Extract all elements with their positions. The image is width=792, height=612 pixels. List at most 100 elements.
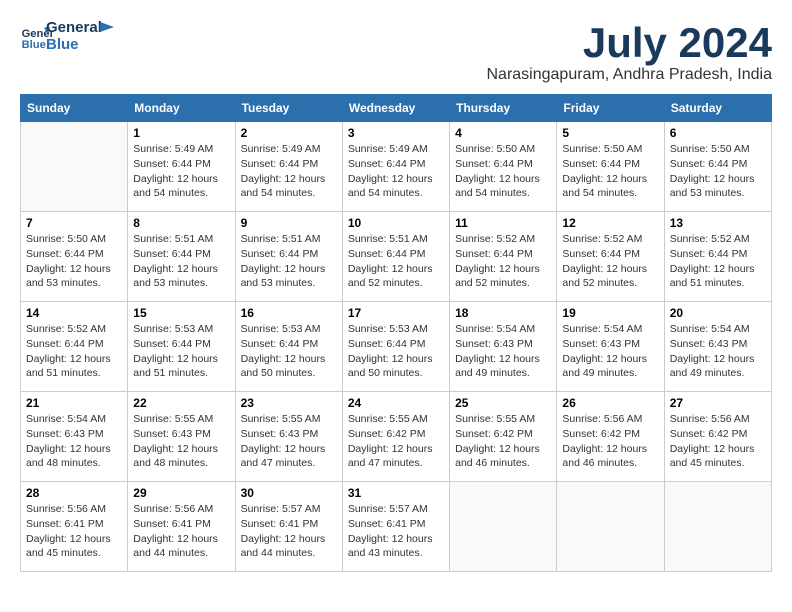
calendar-header-saturday: Saturday: [664, 95, 771, 122]
day-number: 10: [348, 216, 444, 230]
calendar-cell: 10 Sunrise: 5:51 AMSunset: 6:44 PMDayligh…: [342, 212, 449, 302]
calendar-header-wednesday: Wednesday: [342, 95, 449, 122]
calendar-header-tuesday: Tuesday: [235, 95, 342, 122]
day-number: 17: [348, 306, 444, 320]
day-number: 26: [562, 396, 658, 410]
day-number: 4: [455, 126, 551, 140]
calendar-cell: [664, 482, 771, 572]
day-number: 22: [133, 396, 229, 410]
calendar-cell: [450, 482, 557, 572]
day-number: 1: [133, 126, 229, 140]
day-info: Sunrise: 5:53 AMSunset: 6:44 PMDaylight:…: [348, 322, 444, 381]
day-number: 15: [133, 306, 229, 320]
day-info: Sunrise: 5:52 AMSunset: 6:44 PMDaylight:…: [455, 232, 551, 291]
day-info: Sunrise: 5:56 AMSunset: 6:41 PMDaylight:…: [26, 502, 122, 561]
month-title: July 2024: [486, 20, 772, 66]
day-number: 18: [455, 306, 551, 320]
calendar-cell: 4 Sunrise: 5:50 AMSunset: 6:44 PMDaylight…: [450, 122, 557, 212]
day-number: 14: [26, 306, 122, 320]
calendar-cell: 18 Sunrise: 5:54 AMSunset: 6:43 PMDayligh…: [450, 302, 557, 392]
calendar-cell: 14 Sunrise: 5:52 AMSunset: 6:44 PMDayligh…: [21, 302, 128, 392]
day-info: Sunrise: 5:56 AMSunset: 6:42 PMDaylight:…: [562, 412, 658, 471]
calendar-cell: 29Sunrise: 5:56 AMSunset: 6:41 PMDayligh…: [128, 482, 235, 572]
calendar-cell: 19 Sunrise: 5:54 AMSunset: 6:43 PMDayligh…: [557, 302, 664, 392]
logo-general: General: [46, 20, 102, 37]
day-number: 20: [670, 306, 766, 320]
day-info: Sunrise: 5:49 AMSunset: 6:44 PMDaylight:…: [133, 142, 229, 201]
calendar-cell: 20 Sunrise: 5:54 AMSunset: 6:43 PMDayligh…: [664, 302, 771, 392]
logo-flag-icon: [100, 22, 120, 42]
calendar-cell: 23 Sunrise: 5:55 AMSunset: 6:43 PMDayligh…: [235, 392, 342, 482]
calendar-header-monday: Monday: [128, 95, 235, 122]
calendar-table: SundayMondayTuesdayWednesdayThursdayFrid…: [20, 94, 772, 572]
day-number: 30: [241, 486, 337, 500]
calendar-cell: 13 Sunrise: 5:52 AMSunset: 6:44 PMDayligh…: [664, 212, 771, 302]
day-info: Sunrise: 5:57 AMSunset: 6:41 PMDaylight:…: [241, 502, 337, 561]
day-info: Sunrise: 5:53 AMSunset: 6:44 PMDaylight:…: [133, 322, 229, 381]
day-info: Sunrise: 5:51 AMSunset: 6:44 PMDaylight:…: [241, 232, 337, 291]
calendar-cell: 6Sunrise: 5:50 AMSunset: 6:44 PMDaylight…: [664, 122, 771, 212]
day-info: Sunrise: 5:55 AMSunset: 6:43 PMDaylight:…: [241, 412, 337, 471]
calendar-cell: 27 Sunrise: 5:56 AMSunset: 6:42 PMDayligh…: [664, 392, 771, 482]
day-info: Sunrise: 5:57 AMSunset: 6:41 PMDaylight:…: [348, 502, 444, 561]
calendar-cell: 28 Sunrise: 5:56 AMSunset: 6:41 PMDayligh…: [21, 482, 128, 572]
calendar-cell: 31 Sunrise: 5:57 AMSunset: 6:41 PMDayligh…: [342, 482, 449, 572]
calendar-cell: 3Sunrise: 5:49 AMSunset: 6:44 PMDaylight…: [342, 122, 449, 212]
calendar-header-row: SundayMondayTuesdayWednesdayThursdayFrid…: [21, 95, 772, 122]
calendar-week-row-3: 14 Sunrise: 5:52 AMSunset: 6:44 PMDayligh…: [21, 302, 772, 392]
day-number: 9: [241, 216, 337, 230]
calendar-cell: 22 Sunrise: 5:55 AMSunset: 6:43 PMDayligh…: [128, 392, 235, 482]
day-info: Sunrise: 5:54 AMSunset: 6:43 PMDaylight:…: [562, 322, 658, 381]
logo-blue: Blue: [46, 37, 102, 54]
day-info: Sunrise: 5:55 AMSunset: 6:43 PMDaylight:…: [133, 412, 229, 471]
day-info: Sunrise: 5:54 AMSunset: 6:43 PMDaylight:…: [670, 322, 766, 381]
day-info: Sunrise: 5:49 AMSunset: 6:44 PMDaylight:…: [348, 142, 444, 201]
day-number: 21: [26, 396, 122, 410]
day-number: 25: [455, 396, 551, 410]
calendar-cell: 7Sunrise: 5:50 AMSunset: 6:44 PMDaylight…: [21, 212, 128, 302]
calendar-cell: 1 Sunrise: 5:49 AMSunset: 6:44 PMDaylight…: [128, 122, 235, 212]
day-number: 28: [26, 486, 122, 500]
day-info: Sunrise: 5:54 AMSunset: 6:43 PMDaylight:…: [455, 322, 551, 381]
calendar-header-friday: Friday: [557, 95, 664, 122]
day-number: 5: [562, 126, 658, 140]
calendar-cell: 25 Sunrise: 5:55 AMSunset: 6:42 PMDayligh…: [450, 392, 557, 482]
day-info: Sunrise: 5:51 AMSunset: 6:44 PMDaylight:…: [348, 232, 444, 291]
day-info: Sunrise: 5:55 AMSunset: 6:42 PMDaylight:…: [455, 412, 551, 471]
calendar-cell: 8 Sunrise: 5:51 AMSunset: 6:44 PMDaylight…: [128, 212, 235, 302]
calendar-cell: 21Sunrise: 5:54 AMSunset: 6:43 PMDayligh…: [21, 392, 128, 482]
day-info: Sunrise: 5:52 AMSunset: 6:44 PMDaylight:…: [562, 232, 658, 291]
day-info: Sunrise: 5:56 AMSunset: 6:41 PMDaylight:…: [133, 502, 229, 561]
day-info: Sunrise: 5:50 AMSunset: 6:44 PMDaylight:…: [562, 142, 658, 201]
day-number: 11: [455, 216, 551, 230]
day-info: Sunrise: 5:55 AMSunset: 6:42 PMDaylight:…: [348, 412, 444, 471]
title-section: July 2024 Narasingapuram, Andhra Pradesh…: [486, 20, 772, 84]
day-info: Sunrise: 5:49 AMSunset: 6:44 PMDaylight:…: [241, 142, 337, 201]
day-info: Sunrise: 5:51 AMSunset: 6:44 PMDaylight:…: [133, 232, 229, 291]
day-number: 27: [670, 396, 766, 410]
day-number: 19: [562, 306, 658, 320]
calendar-cell: 24 Sunrise: 5:55 AMSunset: 6:42 PMDayligh…: [342, 392, 449, 482]
day-number: 2: [241, 126, 337, 140]
calendar-week-row-2: 7Sunrise: 5:50 AMSunset: 6:44 PMDaylight…: [21, 212, 772, 302]
calendar-cell: [21, 122, 128, 212]
day-number: 24: [348, 396, 444, 410]
calendar-cell: 26 Sunrise: 5:56 AMSunset: 6:42 PMDayligh…: [557, 392, 664, 482]
day-info: Sunrise: 5:50 AMSunset: 6:44 PMDaylight:…: [455, 142, 551, 201]
day-number: 13: [670, 216, 766, 230]
calendar-cell: 9 Sunrise: 5:51 AMSunset: 6:44 PMDaylight…: [235, 212, 342, 302]
day-info: Sunrise: 5:52 AMSunset: 6:44 PMDaylight:…: [26, 322, 122, 381]
day-info: Sunrise: 5:50 AMSunset: 6:44 PMDaylight:…: [670, 142, 766, 201]
day-info: Sunrise: 5:53 AMSunset: 6:44 PMDaylight:…: [241, 322, 337, 381]
day-number: 31: [348, 486, 444, 500]
calendar-week-row-5: 28 Sunrise: 5:56 AMSunset: 6:41 PMDayligh…: [21, 482, 772, 572]
svg-text:Blue: Blue: [22, 39, 46, 51]
day-info: Sunrise: 5:52 AMSunset: 6:44 PMDaylight:…: [670, 232, 766, 291]
day-number: 16: [241, 306, 337, 320]
calendar-header-sunday: Sunday: [21, 95, 128, 122]
day-number: 8: [133, 216, 229, 230]
day-number: 23: [241, 396, 337, 410]
calendar-cell: 30 Sunrise: 5:57 AMSunset: 6:41 PMDayligh…: [235, 482, 342, 572]
day-number: 12: [562, 216, 658, 230]
day-info: Sunrise: 5:56 AMSunset: 6:42 PMDaylight:…: [670, 412, 766, 471]
